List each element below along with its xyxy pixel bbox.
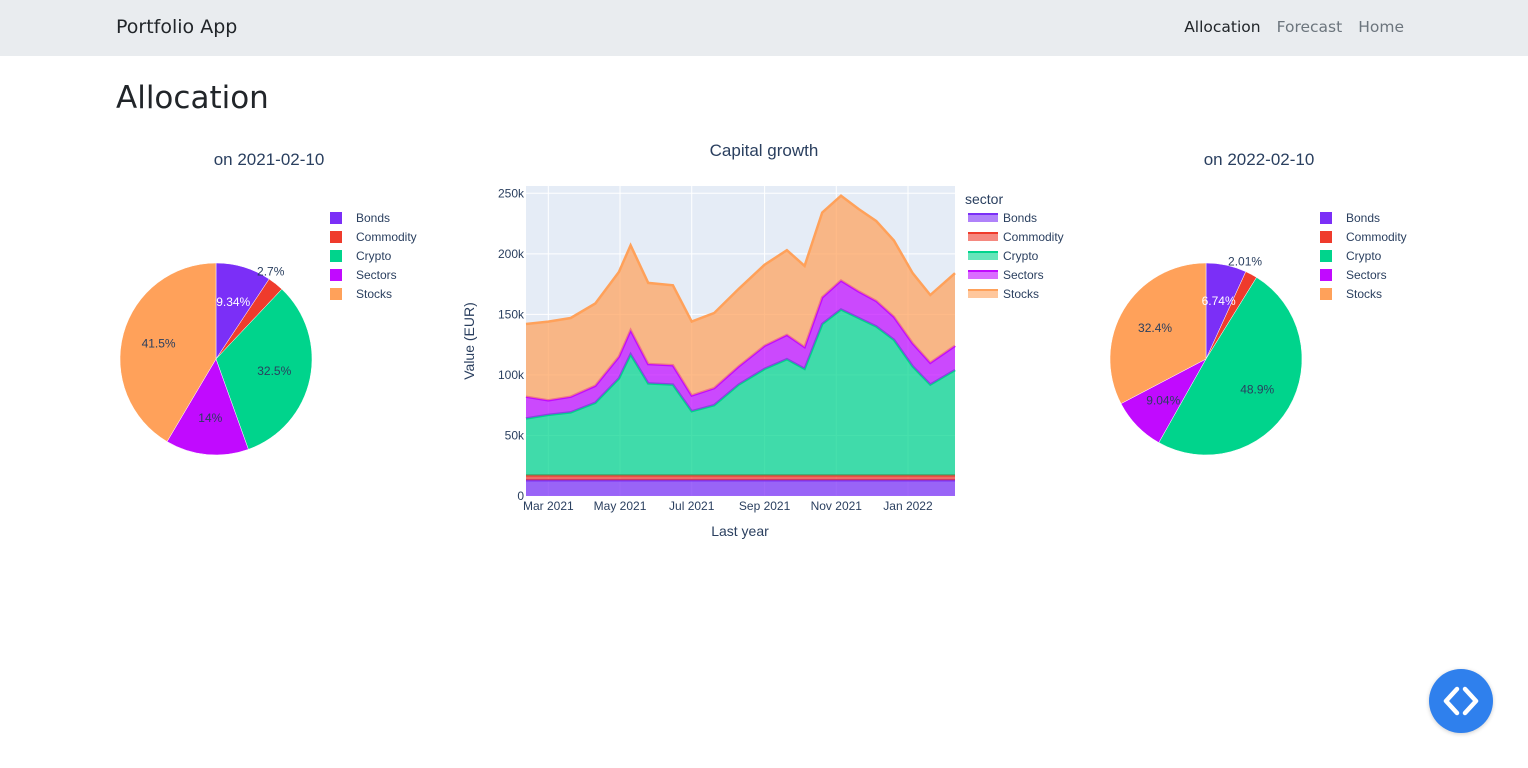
nav-link-allocation[interactable]: Allocation [1184,18,1260,36]
x-tick-label: Jul 2021 [669,499,715,513]
legend-label-sectors[interactable]: Sectors [1346,268,1387,282]
legend-label-commodity[interactable]: Commodity [356,230,417,244]
legend-label-bonds[interactable]: Bonds [1346,211,1380,225]
capital-growth-svg: Capital growth 050k100k150k200k250k Mar … [461,141,1064,539]
legend-swatch-sectors [968,271,998,279]
x-tick-label: Jan 2022 [883,499,933,513]
navbar: Portfolio App Allocation Forecast Home [0,0,1528,56]
legend-swatch-commodity [968,233,998,241]
pie-label-commodity: 2.01% [1228,254,1262,268]
y-tick-label: 100k [498,368,525,382]
pie-chart-start-legend[interactable]: Bonds Commodity Crypto Sectors Stocks [330,211,417,301]
x-axis-ticks: Mar 2021 May 2021 Jul 2021 Sep 2021 Nov 2021… [523,499,933,513]
pie-label-bonds: 6.74% [1202,294,1236,308]
legend-title: sector [965,191,1003,207]
legend-swatch-crypto [330,250,342,262]
legend-label-sectors[interactable]: Sectors [356,268,397,282]
pie-chart-end-svg: on 2022-02-10 6.74%2.01%48.9%9.04%32.4% … [1109,150,1407,456]
pie-label-stocks: 32.4% [1138,321,1172,335]
pie-label-stocks: 41.5% [142,336,176,350]
legend-label-stocks[interactable]: Stocks [1346,287,1382,301]
legend-label-commodity[interactable]: Commodity [1003,230,1064,244]
capital-growth-title: Capital growth [710,141,819,160]
pie-chart-start-slices [119,262,313,456]
pie-chart-start-svg: on 2021-02-10 9.34% 2.7% 32.5% 14% 41.5% Bon… [119,150,417,456]
legend-swatch-commodity [330,231,342,243]
y-tick-label: 50k [505,428,525,442]
pie-label-crypto: 48.9% [1240,382,1274,396]
y-tick-label: 150k [498,307,525,321]
y-tick-label: 250k [498,186,525,200]
pie-chart-end-slices [1109,262,1303,456]
legend-swatch-bonds [330,212,342,224]
code-toggle-button[interactable] [1429,669,1493,733]
legend-label-crypto[interactable]: Crypto [356,249,392,263]
nav-link-forecast[interactable]: Forecast [1277,18,1343,36]
pie-label-sectors: 9.04% [1146,393,1180,407]
capital-growth-legend[interactable]: Bonds Commodity Crypto Sectors Stocks [968,211,1064,301]
pie-label-sectors: 14% [198,411,222,425]
legend-swatch-stocks [330,288,342,300]
pie-chart-start-title: on 2021-02-10 [214,150,325,169]
pie-label-crypto: 32.5% [257,364,291,378]
legend-swatch-sectors [1320,269,1332,281]
legend-swatch-commodity [1320,231,1332,243]
x-tick-label: Nov 2021 [811,499,863,513]
legend-swatch-stocks [968,290,998,298]
legend-label-bonds[interactable]: Bonds [1003,211,1037,225]
legend-label-crypto[interactable]: Crypto [1346,249,1382,263]
page-title: Allocation [116,80,269,116]
y-axis-ticks: 050k100k150k200k250k [498,186,525,503]
legend-swatch-bonds [968,214,998,222]
legend-swatch-crypto [968,252,998,260]
area-bonds[interactable] [526,480,955,496]
legend-swatch-sectors [330,269,342,281]
x-tick-label: Sep 2021 [739,499,791,513]
x-axis-label: Last year [711,523,769,539]
legend-label-stocks[interactable]: Stocks [356,287,392,301]
legend-label-stocks[interactable]: Stocks [1003,287,1039,301]
pie-chart-end: on 2022-02-10 6.74% 2.01% 48.9% 9.04% 32.4% … [1100,130,1430,480]
nav-link-home[interactable]: Home [1358,18,1404,36]
pie-label-commodity: 2.7% [257,265,285,279]
legend-label-sectors[interactable]: Sectors [1003,268,1044,282]
legend-label-commodity[interactable]: Commodity [1346,230,1407,244]
nav-links: Allocation Forecast Home [1184,18,1404,36]
navbar-brand[interactable]: Portfolio App [116,16,237,38]
x-tick-label: Mar 2021 [523,499,574,513]
y-axis-label: Value (EUR) [461,302,477,380]
code-icon [1443,686,1479,716]
legend-swatch-crypto [1320,250,1332,262]
legend-swatch-stocks [1320,288,1332,300]
legend-swatch-bonds [1320,212,1332,224]
legend-label-crypto[interactable]: Crypto [1003,249,1039,263]
pie-chart-end-title: on 2022-02-10 [1204,150,1315,169]
pie-chart-start: on 2021-02-10 9.34% 2.7% 32.5% 14% 41.5% Bon… [110,130,440,480]
capital-growth-chart: Capital growth 0 50k 100k 150k 200k 250k Mar … [455,130,1095,560]
x-tick-label: May 2021 [594,499,647,513]
y-tick-label: 200k [498,247,525,261]
pie-chart-end-legend[interactable]: Bonds Commodity Crypto Sectors Stocks [1320,211,1407,301]
pie-label-bonds: 9.34% [216,295,250,309]
legend-label-bonds[interactable]: Bonds [356,211,390,225]
